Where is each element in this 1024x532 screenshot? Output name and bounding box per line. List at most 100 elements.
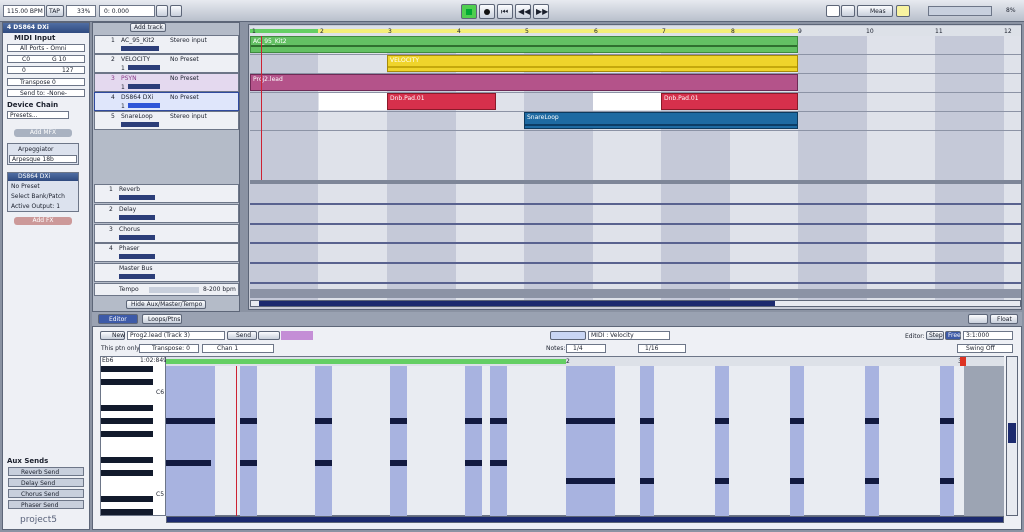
pattern-transpose[interactable]: Transpose: 0 xyxy=(139,344,199,353)
midi-note[interactable] xyxy=(790,478,804,484)
free-mode-button[interactable]: Free xyxy=(945,331,961,340)
channel-select[interactable]: C0 G 10 xyxy=(7,55,85,63)
collapse-editor-button[interactable] xyxy=(968,314,988,324)
clip-snareloop[interactable]: SnareLoop xyxy=(524,112,798,129)
pattern-play-button[interactable] xyxy=(258,331,280,340)
swing-select[interactable]: Swing Off xyxy=(957,344,1013,353)
midi-note[interactable] xyxy=(390,418,407,424)
editor-playhead[interactable] xyxy=(236,366,237,516)
track-row-4[interactable]: 4 DS864 DXi No Preset 1 xyxy=(94,92,239,111)
tab-loops[interactable]: Loops/Ptns xyxy=(142,314,182,324)
clip-ac-95-kit2[interactable]: AC_95_Kit2 xyxy=(250,36,798,53)
midi-controller-select[interactable]: MIDI : Velocity xyxy=(588,331,670,340)
send-button[interactable]: Send xyxy=(227,331,257,340)
midi-note[interactable] xyxy=(465,460,482,466)
editor-vscroll-thumb[interactable] xyxy=(1008,423,1016,443)
midi-note[interactable] xyxy=(940,478,954,484)
midi-note[interactable] xyxy=(465,418,482,424)
channel-dropdown[interactable]: Chan 1 xyxy=(202,344,274,353)
select-tool-button[interactable] xyxy=(826,5,840,17)
midi-input-select[interactable]: All Ports - Omni xyxy=(7,44,85,52)
position-display[interactable]: 0: 0.000 xyxy=(99,5,155,17)
midi-note[interactable] xyxy=(865,478,879,484)
clip-dnb-pad-2[interactable]: Dnb.Pad.01 xyxy=(661,93,798,110)
record-arm-button[interactable] xyxy=(156,5,168,17)
pattern-loop-bar[interactable] xyxy=(166,359,566,364)
snap-mode-select[interactable]: Meas xyxy=(857,5,893,17)
presets-select[interactable]: Presets... xyxy=(7,111,69,119)
volume-meter[interactable] xyxy=(121,122,159,127)
midi-note[interactable] xyxy=(640,478,654,484)
track-row-1[interactable]: 1 AC_95_Kit2 Stereo input xyxy=(94,35,239,54)
midi-note[interactable] xyxy=(865,418,879,424)
zoom-slider[interactable] xyxy=(928,6,992,16)
phaser-send[interactable]: Phaser Send xyxy=(8,500,84,509)
stop-button[interactable] xyxy=(479,4,495,19)
midi-note[interactable] xyxy=(240,418,257,424)
midi-note[interactable] xyxy=(940,418,954,424)
volume-meter[interactable] xyxy=(128,84,160,89)
aux-row-chorus[interactable]: 3 Chorus xyxy=(94,224,239,243)
tempo-lane[interactable] xyxy=(149,287,199,293)
track-row-3[interactable]: 3 PSYN No Preset 1 xyxy=(94,73,239,92)
volume-meter[interactable] xyxy=(128,103,160,108)
aux-level[interactable] xyxy=(119,215,155,220)
midi-tool-button[interactable] xyxy=(550,331,586,340)
chorus-send[interactable]: Chorus Send xyxy=(8,489,84,498)
editor-hscroll[interactable] xyxy=(166,516,1004,523)
midi-note[interactable] xyxy=(566,418,615,424)
track-row-5[interactable]: 5 SnareLoop Stereo input xyxy=(94,111,239,130)
transpose-field[interactable]: Transpose 0 xyxy=(7,78,85,86)
midi-note[interactable] xyxy=(390,460,407,466)
add-mfx-button[interactable]: Add MFX xyxy=(14,129,72,137)
midi-note[interactable] xyxy=(640,418,654,424)
draw-tool-button[interactable] xyxy=(841,5,855,17)
pattern-end-marker[interactable] xyxy=(960,357,966,366)
midi-note[interactable] xyxy=(315,460,332,466)
midi-note[interactable] xyxy=(490,460,507,466)
master-level[interactable] xyxy=(119,274,155,279)
midi-note[interactable] xyxy=(566,478,615,484)
track-row-2[interactable]: 2 VELOCITY No Preset 1 xyxy=(94,54,239,73)
volume-meter[interactable] xyxy=(128,65,160,70)
aux-row-phaser[interactable]: 4 Phaser xyxy=(94,243,239,262)
pattern-select[interactable]: Prog2.lead (Track 3) xyxy=(127,331,225,340)
midi-note[interactable] xyxy=(166,418,215,424)
arrange-scroll-thumb[interactable] xyxy=(259,301,775,306)
clip-velocity[interactable]: VELOCITY xyxy=(387,55,798,72)
play-button[interactable] xyxy=(461,4,477,19)
arp-preset-select[interactable]: Arpesque 18b xyxy=(9,155,77,163)
delay-send[interactable]: Delay Send xyxy=(8,478,84,487)
aux-level[interactable] xyxy=(119,195,155,200)
aux-row-delay[interactable]: 2 Delay xyxy=(94,204,239,223)
float-button[interactable]: Float xyxy=(990,314,1018,324)
reverb-send[interactable]: Reverb Send xyxy=(8,467,84,476)
loop-region[interactable] xyxy=(250,29,798,33)
pattern-color-swatch[interactable] xyxy=(281,331,313,340)
clip-proj2-lead[interactable]: Proj2.lead xyxy=(250,74,798,91)
rewind-button[interactable]: ◀◀ xyxy=(515,4,531,19)
aux-row-reverb[interactable]: 1 Reverb xyxy=(94,184,239,203)
add-track-button[interactable]: Add track xyxy=(130,23,166,32)
hide-aux-button[interactable]: Hide Aux/Master/Tempo xyxy=(126,300,206,309)
step-mode-button[interactable]: Step xyxy=(926,331,944,340)
midi-note[interactable] xyxy=(790,418,804,424)
playhead[interactable] xyxy=(261,36,262,180)
add-fx-button[interactable]: Add FX xyxy=(14,217,72,225)
aux-level[interactable] xyxy=(119,235,155,240)
clip-dnb-pad-1[interactable]: Dnb.Pad.01 xyxy=(387,93,496,110)
editor-vscroll[interactable] xyxy=(1006,356,1018,516)
metronome-button[interactable] xyxy=(170,5,182,17)
snap-grid-select[interactable]: 1/16 xyxy=(638,344,686,353)
midi-note[interactable] xyxy=(240,460,257,466)
midi-note[interactable] xyxy=(715,478,729,484)
master-bus-row[interactable]: Master Bus xyxy=(94,263,239,282)
midi-note[interactable] xyxy=(315,418,332,424)
velocity-range[interactable]: 0 127 xyxy=(7,66,85,74)
new-pattern-button[interactable]: New xyxy=(100,331,125,340)
tempo-row[interactable]: Tempo 8-200 bpm xyxy=(94,283,239,296)
note-duration-select[interactable]: 1/4 xyxy=(566,344,606,353)
fast-forward-button[interactable]: ▶▶ xyxy=(533,4,549,19)
volume-meter[interactable] xyxy=(121,46,159,51)
tap-button[interactable]: TAP xyxy=(46,5,64,17)
